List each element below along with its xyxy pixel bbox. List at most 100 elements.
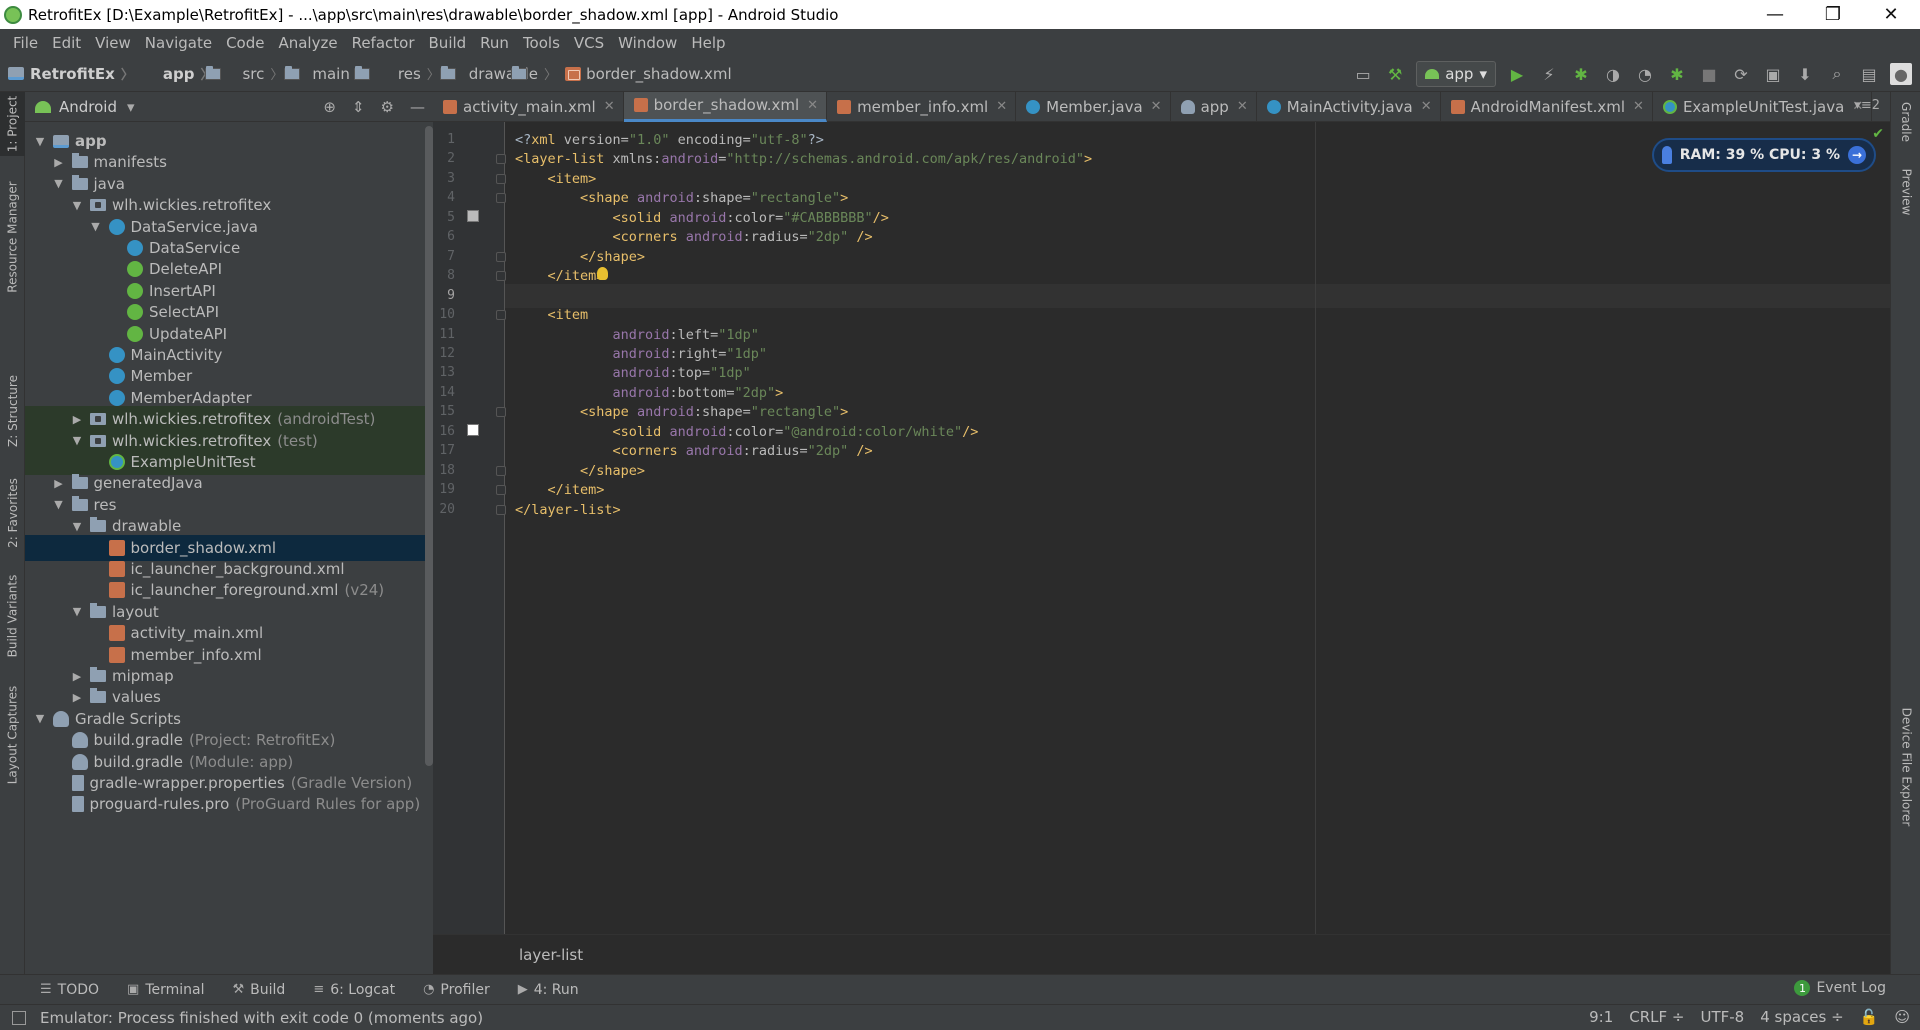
run-play-icon[interactable]: ▶ <box>1506 63 1528 85</box>
event-log-button[interactable]: 1 Event Log <box>1794 980 1886 996</box>
menu-run[interactable]: Run <box>473 34 516 52</box>
breadcrumb-file[interactable]: border_shadow.xml <box>565 65 732 83</box>
chevron-down-icon[interactable]: ▾ <box>127 98 135 116</box>
menu-code[interactable]: Code <box>219 34 271 52</box>
expanded-arrow-icon[interactable]: ▼ <box>52 498 66 511</box>
expanded-arrow-icon[interactable]: ▼ <box>33 135 47 148</box>
tool-tab-gradle[interactable]: Gradle <box>1891 92 1920 152</box>
tool-build[interactable]: ⚒ Build <box>233 982 286 998</box>
tool-logcat[interactable]: ≡ 6: Logcat <box>313 982 395 998</box>
device-frame-icon[interactable]: ▭ <box>1352 63 1374 85</box>
toggle-tool-windows-icon[interactable] <box>12 1010 26 1025</box>
coverage-icon[interactable]: ◑ <box>1602 63 1624 85</box>
tool-tab-resource-manager[interactable]: Resource Manager <box>0 172 25 302</box>
expanded-arrow-icon[interactable]: ▼ <box>52 177 66 190</box>
editor-tab[interactable]: AndroidManifest.xml ✕ <box>1441 91 1653 122</box>
menu-help[interactable]: Help <box>684 34 732 52</box>
collapse-all-icon[interactable]: ⇕ <box>352 98 365 116</box>
menu-window[interactable]: Window <box>611 34 684 52</box>
expanded-arrow-icon[interactable]: ▼ <box>70 434 84 447</box>
expanded-arrow-icon[interactable]: ▼ <box>33 712 47 725</box>
collapsed-arrow-icon[interactable]: ▶ <box>70 691 84 704</box>
breadcrumb-project[interactable]: RetrofitEx 〉 <box>8 64 134 83</box>
editor-tab[interactable]: border_shadow.xml ✕ <box>623 91 828 122</box>
collapsed-arrow-icon[interactable]: ▶ <box>70 670 84 683</box>
breadcrumb-main[interactable]: main〉 <box>291 64 371 83</box>
menu-file[interactable]: File <box>6 34 45 52</box>
caret-position[interactable]: 9:1 <box>1589 1008 1613 1026</box>
profile-icon[interactable]: ◔ <box>1634 63 1656 85</box>
tree-node[interactable]: proguard-rules.pro (ProGuard Rules for ap… <box>25 791 425 817</box>
line-separator-select[interactable]: CRLF ÷ <box>1629 1008 1684 1026</box>
expanded-arrow-icon[interactable]: ▼ <box>70 520 84 533</box>
close-tab-icon[interactable]: ✕ <box>996 99 1007 114</box>
menu-refactor[interactable]: Refactor <box>345 34 422 52</box>
tool-todo[interactable]: ☰ TODO <box>40 982 99 998</box>
debug-bug-icon[interactable]: ✱ <box>1570 63 1592 85</box>
tool-terminal[interactable]: ▣ Terminal <box>127 982 204 998</box>
menu-edit[interactable]: Edit <box>45 34 88 52</box>
lock-icon[interactable]: 🔓 <box>1860 1008 1879 1026</box>
close-tab-icon[interactable]: ✕ <box>1151 99 1162 114</box>
menu-vcs[interactable]: VCS <box>567 34 611 52</box>
gear-icon[interactable]: ⚙ <box>381 98 394 116</box>
account-avatar-icon[interactable]: ● <box>1890 63 1912 85</box>
editor-tab[interactable]: member_info.xml ✕ <box>827 91 1017 122</box>
search-icon[interactable]: ⌕ <box>1826 63 1848 85</box>
collapsed-arrow-icon[interactable]: ▶ <box>52 477 66 490</box>
editor-breadcrumb-item[interactable]: layer-list <box>519 946 583 964</box>
avd-manager-icon[interactable]: ▣ <box>1762 63 1784 85</box>
close-tab-icon[interactable]: ✕ <box>1421 99 1432 114</box>
tool-tab-project[interactable]: 1: Project <box>0 92 25 156</box>
menu-analyze[interactable]: Analyze <box>271 34 344 52</box>
tool-tab-layout-captures[interactable]: Layout Captures <box>0 680 25 790</box>
menu-view[interactable]: View <box>88 34 138 52</box>
file-encoding-select[interactable]: UTF-8 <box>1700 1008 1744 1026</box>
project-tree-scrollbar[interactable] <box>425 126 433 766</box>
menu-tools[interactable]: Tools <box>516 34 567 52</box>
hector-icon[interactable]: ☺ <box>1894 1008 1910 1026</box>
breadcrumb-res[interactable]: res 〉 <box>377 64 456 83</box>
collapsed-arrow-icon[interactable]: ▶ <box>52 156 66 169</box>
breadcrumb-drawable[interactable]: drawable 〉 <box>448 64 557 84</box>
close-button[interactable]: ✕ <box>1862 0 1920 29</box>
editor-tab[interactable]: activity_main.xml ✕ <box>433 91 624 122</box>
restore-button[interactable]: ❐ <box>1804 0 1862 29</box>
hide-panel-icon[interactable]: — <box>410 98 425 116</box>
intention-bulb-icon[interactable] <box>597 267 608 281</box>
editor-tab[interactable]: ExampleUnitTest.java ✕ <box>1653 91 1873 122</box>
sync-gradle-icon[interactable]: ⟳ <box>1730 63 1752 85</box>
collapsed-arrow-icon[interactable]: ▶ <box>70 413 84 426</box>
inspection-ok-check-icon[interactable]: ✔ <box>1872 126 1884 142</box>
project-view-select[interactable]: Android <box>59 98 117 116</box>
editor-tab[interactable]: MainActivity.java ✕ <box>1257 91 1441 122</box>
color-swatch-icon[interactable] <box>467 423 479 436</box>
sdk-manager-icon[interactable]: ⬇ <box>1794 63 1816 85</box>
breadcrumb-app[interactable]: app〉 <box>142 64 221 83</box>
tool-run[interactable]: ▶ 4: Run <box>518 982 579 998</box>
project-structure-icon[interactable]: ▤ <box>1858 63 1880 85</box>
expanded-arrow-icon[interactable]: ▼ <box>89 220 103 233</box>
status-message[interactable]: Emulator: Process finished with exit cod… <box>40 1009 483 1027</box>
code-editor[interactable]: <?xml version="1.0" encoding="utf-8"?> <l… <box>505 122 1890 934</box>
tool-tab-favorites[interactable]: 2: Favorites <box>0 472 25 554</box>
attach-debugger-icon[interactable]: ✱ <box>1666 63 1688 85</box>
indent-select[interactable]: 4 spaces ÷ <box>1760 1008 1843 1026</box>
close-tab-icon[interactable]: ✕ <box>604 99 615 114</box>
close-tab-icon[interactable]: ✕ <box>1633 99 1644 114</box>
color-swatch-icon[interactable] <box>467 209 479 222</box>
tab-list-icon[interactable]: ▾≡2 <box>1854 98 1880 113</box>
editor-tab[interactable]: app ✕ <box>1171 91 1257 122</box>
make-project-hammer-icon[interactable]: ⚒ <box>1384 63 1406 85</box>
menu-build[interactable]: Build <box>422 34 474 52</box>
run-configuration-select[interactable]: app ▾ <box>1416 61 1496 87</box>
breadcrumb-src[interactable]: src 〉 <box>221 64 301 83</box>
tool-tab-preview[interactable]: Preview <box>1891 162 1920 222</box>
editor-tab[interactable]: Member.java ✕ <box>1016 91 1171 122</box>
expanded-arrow-icon[interactable]: ▼ <box>70 605 84 618</box>
stop-icon[interactable]: ■ <box>1698 63 1720 85</box>
close-tab-icon[interactable]: ✕ <box>1237 99 1248 114</box>
memory-indicator[interactable]: RAM: 39 % CPU: 3 % → <box>1651 138 1876 172</box>
editor-gutter[interactable]: 1 2 3 4 5 6 7 8 9 10 11 12 13 14 15 16 17 18 19 20 <box>433 122 506 934</box>
minimize-button[interactable]: — <box>1746 0 1804 29</box>
